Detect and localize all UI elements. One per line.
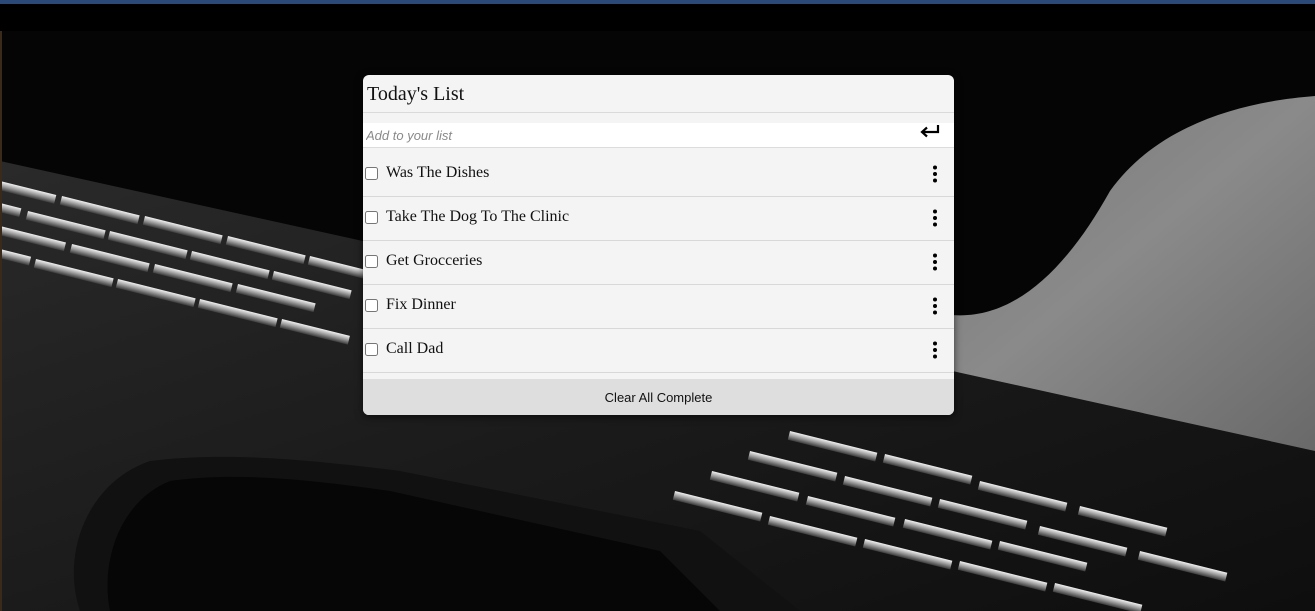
list-item: Take The Dog To The Clinic xyxy=(363,197,954,241)
clear-all-complete-button[interactable]: Clear All Complete xyxy=(363,379,954,415)
item-checkbox[interactable] xyxy=(365,167,378,180)
page: Today's List Was The Dishes Take The Dog… xyxy=(0,0,1315,611)
item-label: Fix Dinner xyxy=(386,296,456,313)
item-checkbox[interactable] xyxy=(365,299,378,312)
list-item: Was The Dishes xyxy=(363,153,954,197)
item-checkbox[interactable] xyxy=(365,255,378,268)
list-title: Today's List xyxy=(363,75,954,113)
kebab-menu-icon[interactable] xyxy=(930,341,940,359)
item-checkbox[interactable] xyxy=(365,211,378,224)
todo-items-list: Was The Dishes Take The Dog To The Clini… xyxy=(363,153,954,373)
item-label: Take The Dog To The Clinic xyxy=(386,208,570,225)
list-item: Get Grocceries xyxy=(363,241,954,285)
item-label: Was The Dishes xyxy=(386,164,490,181)
item-checkbox[interactable] xyxy=(365,343,378,356)
kebab-menu-icon[interactable] xyxy=(930,209,940,227)
list-item: Fix Dinner xyxy=(363,285,954,329)
item-label: Get Grocceries xyxy=(386,252,483,269)
left-edge-strip xyxy=(0,31,2,611)
add-item-input[interactable] xyxy=(363,123,906,147)
top-bar xyxy=(0,4,1315,32)
list-item: Call Dad xyxy=(363,329,954,373)
kebab-menu-icon[interactable] xyxy=(930,297,940,315)
enter-arrow-icon[interactable] xyxy=(918,121,942,143)
todo-card: Today's List Was The Dishes Take The Dog… xyxy=(363,75,954,415)
add-item-row xyxy=(363,123,954,148)
kebab-menu-icon[interactable] xyxy=(930,165,940,183)
kebab-menu-icon[interactable] xyxy=(930,253,940,271)
item-label: Call Dad xyxy=(386,340,444,357)
